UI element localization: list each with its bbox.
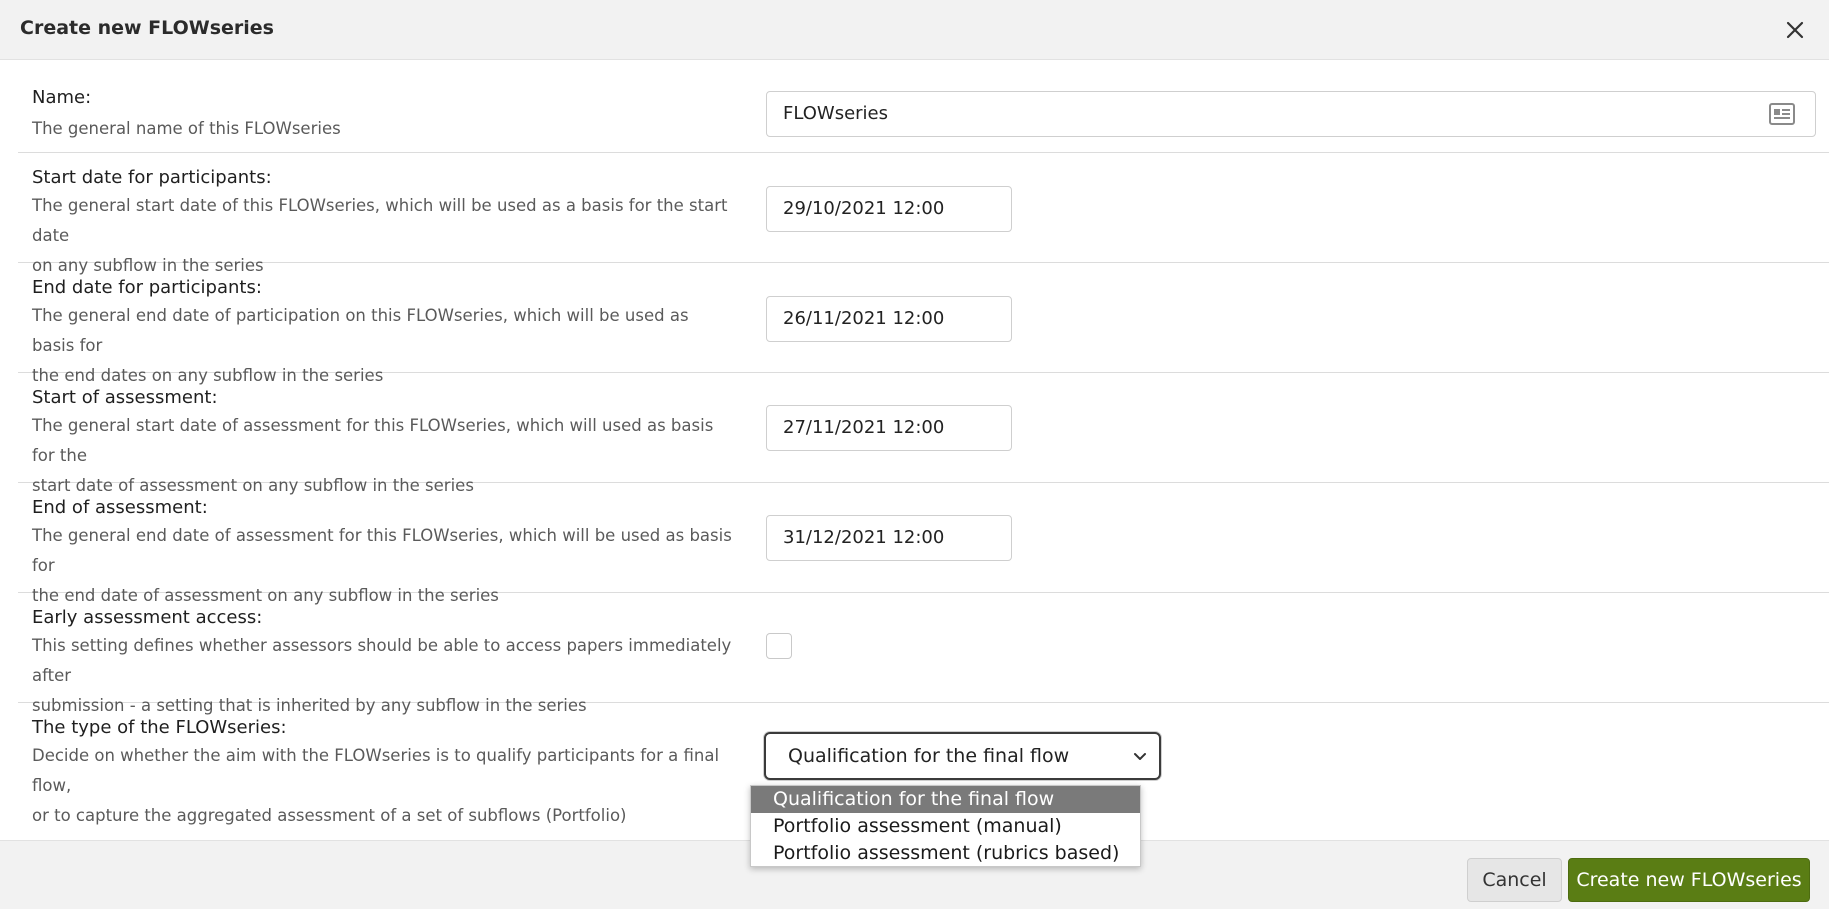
modal-header: Create new FLOWseries bbox=[0, 0, 1829, 60]
close-icon bbox=[1786, 21, 1804, 39]
name-input[interactable]: FLOWseries bbox=[766, 91, 1816, 137]
field-label: Start date for participants: bbox=[32, 167, 272, 188]
name-input-value: FLOWseries bbox=[783, 103, 889, 124]
field-description-line: or to capture the aggregated assessment … bbox=[32, 806, 627, 825]
field-label: Name: bbox=[32, 87, 92, 108]
field-label: End date for participants: bbox=[32, 277, 262, 298]
field-description-line: Decide on whether the aim with the FLOWs… bbox=[32, 746, 720, 795]
field-label: Early assessment access: bbox=[32, 607, 263, 628]
field-description: Decide on whether the aim with the FLOWs… bbox=[32, 741, 732, 831]
dropdown-option[interactable]: Qualification for the final flow bbox=[751, 786, 1140, 813]
field-description-line: The general end date of participation on… bbox=[32, 306, 689, 355]
end-assessment-input[interactable]: 31/12/2021 12:00 bbox=[766, 515, 1012, 561]
field-description: The general name of this FLOWseries bbox=[32, 119, 341, 138]
field-row-name: Name: The general name of this FLOWserie… bbox=[18, 72, 1829, 153]
field-row-end-date: End date for participants: The general e… bbox=[18, 263, 1829, 385]
early-access-checkbox[interactable] bbox=[766, 633, 792, 659]
cancel-button[interactable]: Cancel bbox=[1467, 858, 1562, 902]
dropdown-option[interactable]: Portfolio assessment (manual) bbox=[751, 813, 1140, 840]
series-type-select[interactable]: Qualification for the final flow bbox=[764, 732, 1161, 780]
start-assessment-input[interactable]: 27/11/2021 12:00 bbox=[766, 405, 1012, 451]
start-date-input[interactable]: 29/10/2021 12:00 bbox=[766, 186, 1012, 232]
modal-body: Name: The general name of this FLOWserie… bbox=[0, 60, 1829, 840]
create-flowseries-button[interactable]: Create new FLOWseries bbox=[1568, 858, 1810, 902]
field-label: Start of assessment: bbox=[32, 387, 218, 408]
series-type-dropdown: Qualification for the final flow Portfol… bbox=[750, 785, 1141, 867]
field-row-end-assessment: End of assessment: The general end date … bbox=[18, 483, 1829, 605]
field-row-start-date: Start date for participants: The general… bbox=[18, 153, 1829, 275]
field-description-line: This setting defines whether assessors s… bbox=[32, 636, 732, 685]
close-button[interactable] bbox=[1783, 18, 1807, 42]
field-label: End of assessment: bbox=[32, 497, 208, 518]
field-description-line: The general end date of assessment for t… bbox=[32, 526, 732, 575]
field-row-start-assessment: Start of assessment: The general start d… bbox=[18, 373, 1829, 495]
dropdown-option[interactable]: Portfolio assessment (rubrics based) bbox=[751, 840, 1140, 867]
field-label: The type of the FLOWseries: bbox=[32, 717, 287, 738]
contact-card-icon[interactable] bbox=[1769, 103, 1795, 125]
end-date-input[interactable]: 26/11/2021 12:00 bbox=[766, 296, 1012, 342]
chevron-down-icon bbox=[1134, 753, 1146, 760]
field-description-line: The general start date of this FLOWserie… bbox=[32, 196, 728, 245]
field-row-early-access: Early assessment access: This setting de… bbox=[18, 593, 1829, 715]
series-type-selected: Qualification for the final flow bbox=[788, 745, 1070, 767]
field-description-line: The general start date of assessment for… bbox=[32, 416, 714, 465]
modal-title: Create new FLOWseries bbox=[20, 17, 274, 39]
